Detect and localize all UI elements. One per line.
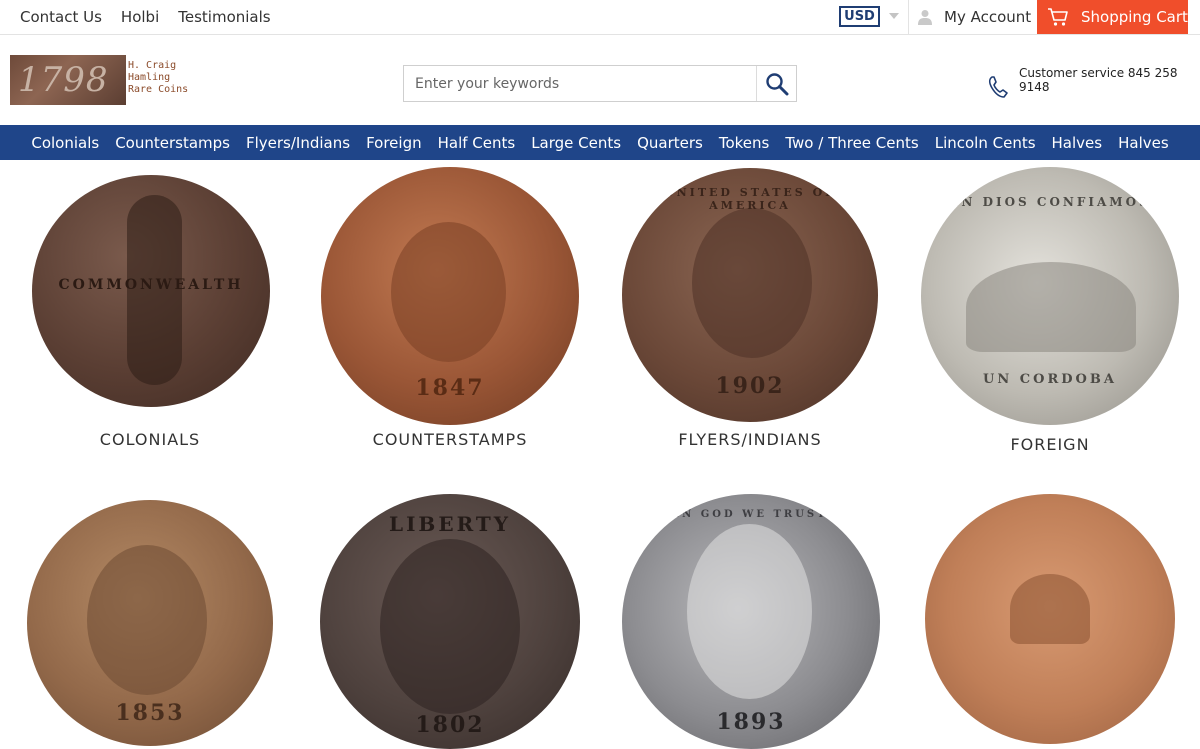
top-bar: Contact Us Holbi Testimonials USD My Acc… [0,0,1200,35]
currency-selector[interactable]: USD [839,6,880,27]
search-icon [766,72,789,95]
category-label-colonials[interactable]: COLONIALS [0,430,300,449]
coin-legend: UNITED STATES OF AMERICA [664,186,836,212]
coin-legend: LIBERTY [389,512,511,536]
coin-legend: COMMONWEALTH [58,277,244,293]
coin-legend: EN DIOS CONFIAMOS [949,195,1151,209]
logo-line: H. Craig [128,60,177,71]
coin-portrait [692,208,812,358]
coin-date: 1802 [415,712,485,738]
coin-portrait [87,545,207,695]
coin-portrait [391,222,506,362]
holbi-link[interactable]: Holbi [121,8,159,26]
search-input[interactable] [404,66,756,101]
my-account-label: My Account [944,8,1032,26]
category-label-foreign[interactable]: FOREIGN [900,435,1200,454]
search-button[interactable] [757,66,797,101]
coin-half-cents-image[interactable]: 1853 [27,500,273,746]
nav-item-foreign[interactable]: Foreign [358,134,430,152]
logo-line: Hamling [128,72,171,83]
logo-coin-image: 1798 [10,55,126,105]
nav-item-lincoln-cents[interactable]: Lincoln Cents [927,134,1044,152]
coin-large-cents-image[interactable]: LIBERTY 1802 [320,494,580,749]
category-label-counterstamps[interactable]: COUNTERSTAMPS [300,430,600,449]
coin-tokens-image[interactable] [925,494,1175,744]
nav-item-halves-2[interactable]: Halves [1110,134,1177,152]
logo-line: Rare Coins [128,84,189,95]
coin-cap-emblem [1010,574,1090,644]
divider [908,0,909,34]
nav-item-flyers-indians[interactable]: Flyers/Indians [238,134,358,152]
testimonials-link[interactable]: Testimonials [178,8,270,26]
coin-portrait [687,524,812,699]
coin-foreign-image[interactable]: EN DIOS CONFIAMOS UN CORDOBA [921,167,1179,425]
nav-item-large-cents[interactable]: Large Cents [523,134,629,152]
shopping-cart-label: Shopping Cart [1081,8,1188,26]
nav-item-quarters[interactable]: Quarters [629,134,711,152]
nav-item-half-cents[interactable]: Half Cents [430,134,524,152]
nav-item-halves[interactable]: Halves [1044,134,1111,152]
logo-text: H. Craig Hamling Rare Coins [128,60,188,96]
cart-icon [1048,8,1068,26]
coin-date: 1847 [415,375,485,401]
coin-date: 1902 [715,373,785,399]
phone-icon [988,76,1008,98]
coin-flyers-indians-image[interactable]: UNITED STATES OF AMERICA 1902 [622,168,878,422]
coin-legend: IN GOD WE TRUST [674,509,828,520]
nav-item-tokens[interactable]: Tokens [711,134,778,152]
coin-counterstamps-image[interactable]: 1847 [321,167,579,425]
category-label-flyers-indians[interactable]: FLYERS/INDIANS [600,430,900,449]
nav-item-colonials[interactable]: Colonials [23,134,107,152]
coin-date: 1853 [115,700,185,726]
my-account-link[interactable]: My Account [918,0,1031,34]
coin-quarters-image[interactable]: IN GOD WE TRUST 1893 [622,494,880,749]
nav-item-two-three-cents[interactable]: Two / Three Cents [777,134,926,152]
contact-us-link[interactable]: Contact Us [20,8,102,26]
site-logo[interactable]: 1798 H. Craig Hamling Rare Coins [10,55,200,105]
category-nav: Colonials Counterstamps Flyers/Indians F… [0,125,1200,160]
customer-service-text: Customer service 845 258 9148 [1019,66,1178,94]
logo-year: 1798 [18,60,109,100]
chevron-down-icon[interactable] [889,13,899,19]
coin-date: 1893 [716,709,786,735]
user-icon [918,10,932,25]
top-links: Contact Us Holbi Testimonials [20,0,290,34]
search-box [403,65,797,102]
coin-mountains [966,262,1136,352]
coin-denomination: UN CORDOBA [983,372,1117,387]
coin-colonials-image[interactable]: COMMONWEALTH [32,175,270,407]
coin-portrait [380,539,520,714]
nav-item-counterstamps[interactable]: Counterstamps [107,134,238,152]
shopping-cart-button[interactable]: Shopping Cart [1037,0,1188,34]
